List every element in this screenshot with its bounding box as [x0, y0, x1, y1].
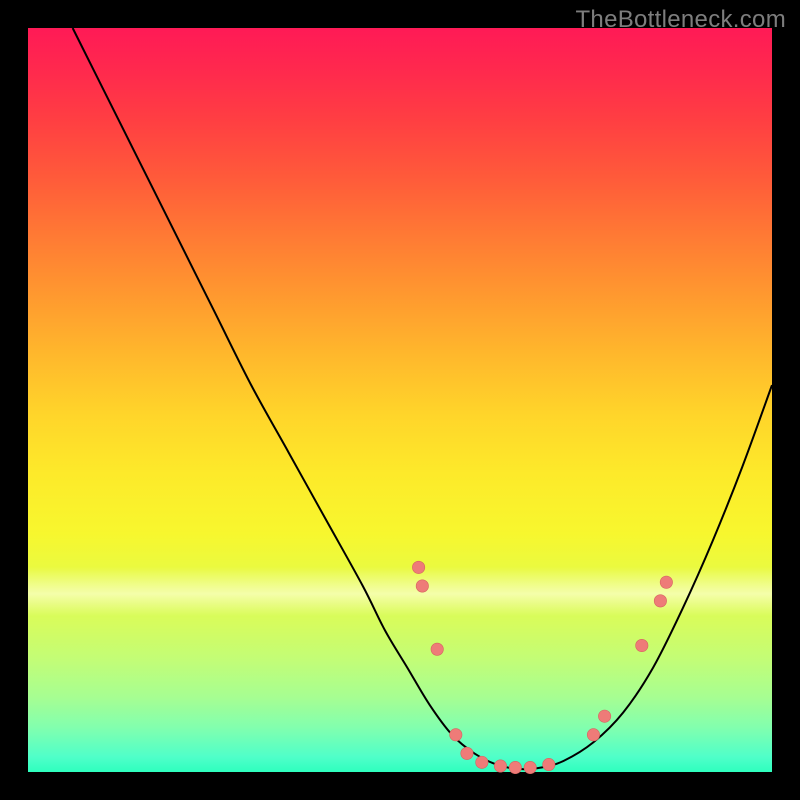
- curve-marker: [660, 576, 672, 588]
- curve-layer: [28, 28, 772, 772]
- curve-marker: [654, 595, 666, 607]
- plot-area: [28, 28, 772, 772]
- curve-marker: [412, 561, 424, 573]
- watermark-text: TheBottleneck.com: [575, 6, 786, 34]
- curve-marker: [416, 580, 428, 592]
- curve-markers: [412, 561, 672, 774]
- curve-marker: [476, 756, 488, 768]
- curve-marker: [543, 758, 555, 770]
- curve-marker: [494, 760, 506, 772]
- bottleneck-curve: [73, 28, 772, 769]
- curve-marker: [636, 639, 648, 651]
- curve-marker: [598, 710, 610, 722]
- curve-marker: [450, 729, 462, 741]
- curve-marker: [524, 761, 536, 773]
- curve-marker: [431, 643, 443, 655]
- chart-frame: TheBottleneck.com: [0, 0, 800, 800]
- curve-marker: [587, 729, 599, 741]
- curve-marker: [461, 747, 473, 759]
- curve-marker: [509, 761, 521, 773]
